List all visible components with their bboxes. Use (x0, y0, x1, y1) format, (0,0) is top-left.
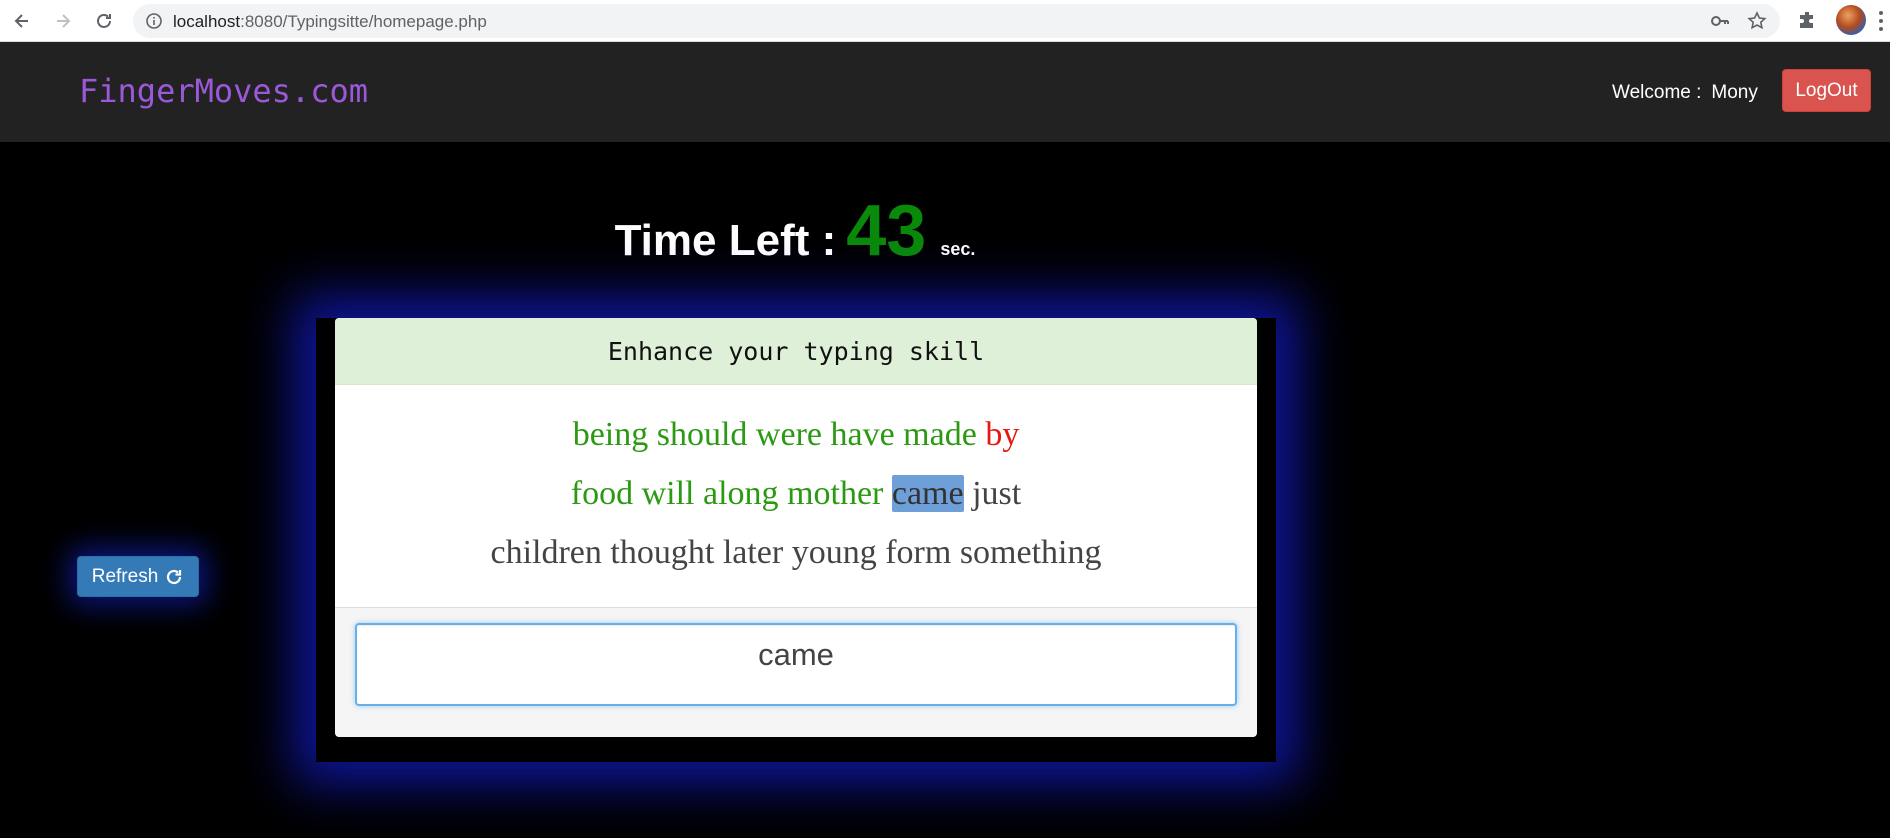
welcome-text: Welcome : Mony (1612, 82, 1758, 104)
menu-icon[interactable] (1878, 10, 1884, 32)
word-line: being should were have made by (335, 405, 1257, 464)
profile-avatar[interactable] (1836, 5, 1866, 35)
word-pending: children (490, 534, 602, 571)
url-path: :8080/Typingsitte/homepage.php (240, 12, 487, 31)
back-icon[interactable] (8, 7, 36, 35)
word-done: have (830, 416, 895, 453)
timer-value: 43 (846, 191, 927, 271)
timer-label: Time Left : (614, 216, 837, 265)
welcome-label: Welcome : (1612, 82, 1702, 103)
brand-logo[interactable]: FingerMoves.com (79, 72, 368, 110)
key-icon[interactable] (1710, 11, 1730, 31)
word-pending: form (885, 534, 952, 571)
refresh-label: Refresh (91, 565, 159, 587)
typing-input[interactable]: came (355, 623, 1237, 706)
word-done: will (641, 475, 695, 512)
browser-toolbar: localhost:8080/Typingsitte/homepage.php (0, 0, 1890, 42)
word-current: came (891, 475, 964, 512)
word-done: were (755, 416, 822, 453)
word-line: food will along mother came just (335, 464, 1257, 523)
panel-heading: Enhance your typing skill (335, 318, 1257, 385)
word-pending: later (722, 534, 784, 571)
user-name: Mony (1711, 82, 1758, 103)
timer-unit: sec. (940, 239, 976, 259)
info-icon[interactable] (145, 12, 163, 30)
countdown-timer: Time Left :43 sec. (0, 190, 1590, 272)
refresh-icon (167, 569, 182, 584)
word-pending: something (959, 534, 1102, 571)
star-icon[interactable] (1746, 10, 1768, 32)
word-done: being (572, 416, 649, 453)
site-navbar: FingerMoves.com Welcome : Mony LogOut (0, 42, 1890, 142)
url-host: localhost (173, 12, 241, 31)
refresh-button[interactable]: Refresh (77, 556, 199, 597)
forward-icon[interactable] (49, 7, 77, 35)
word-pending: just (972, 475, 1022, 512)
word-pending: young (791, 534, 877, 571)
url-text: localhost:8080/Typingsitte/homepage.php (173, 12, 487, 32)
word-line: children thought later young form someth… (335, 523, 1257, 582)
word-done: food (570, 475, 634, 512)
word-display: being should were have made by food will… (335, 385, 1257, 608)
typing-panel: Enhance your typing skill being should w… (335, 318, 1257, 737)
word-pending: thought (610, 534, 715, 571)
logout-button[interactable]: LogOut (1782, 69, 1871, 112)
word-done: should (656, 416, 748, 453)
address-bar[interactable]: localhost:8080/Typingsitte/homepage.php (133, 4, 1780, 38)
reload-icon[interactable] (90, 7, 118, 35)
word-wrong: by (985, 416, 1020, 453)
word-done: along (703, 475, 779, 512)
extensions-icon[interactable] (1796, 8, 1820, 32)
word-done: made (903, 416, 977, 453)
word-done: mother (787, 475, 884, 512)
